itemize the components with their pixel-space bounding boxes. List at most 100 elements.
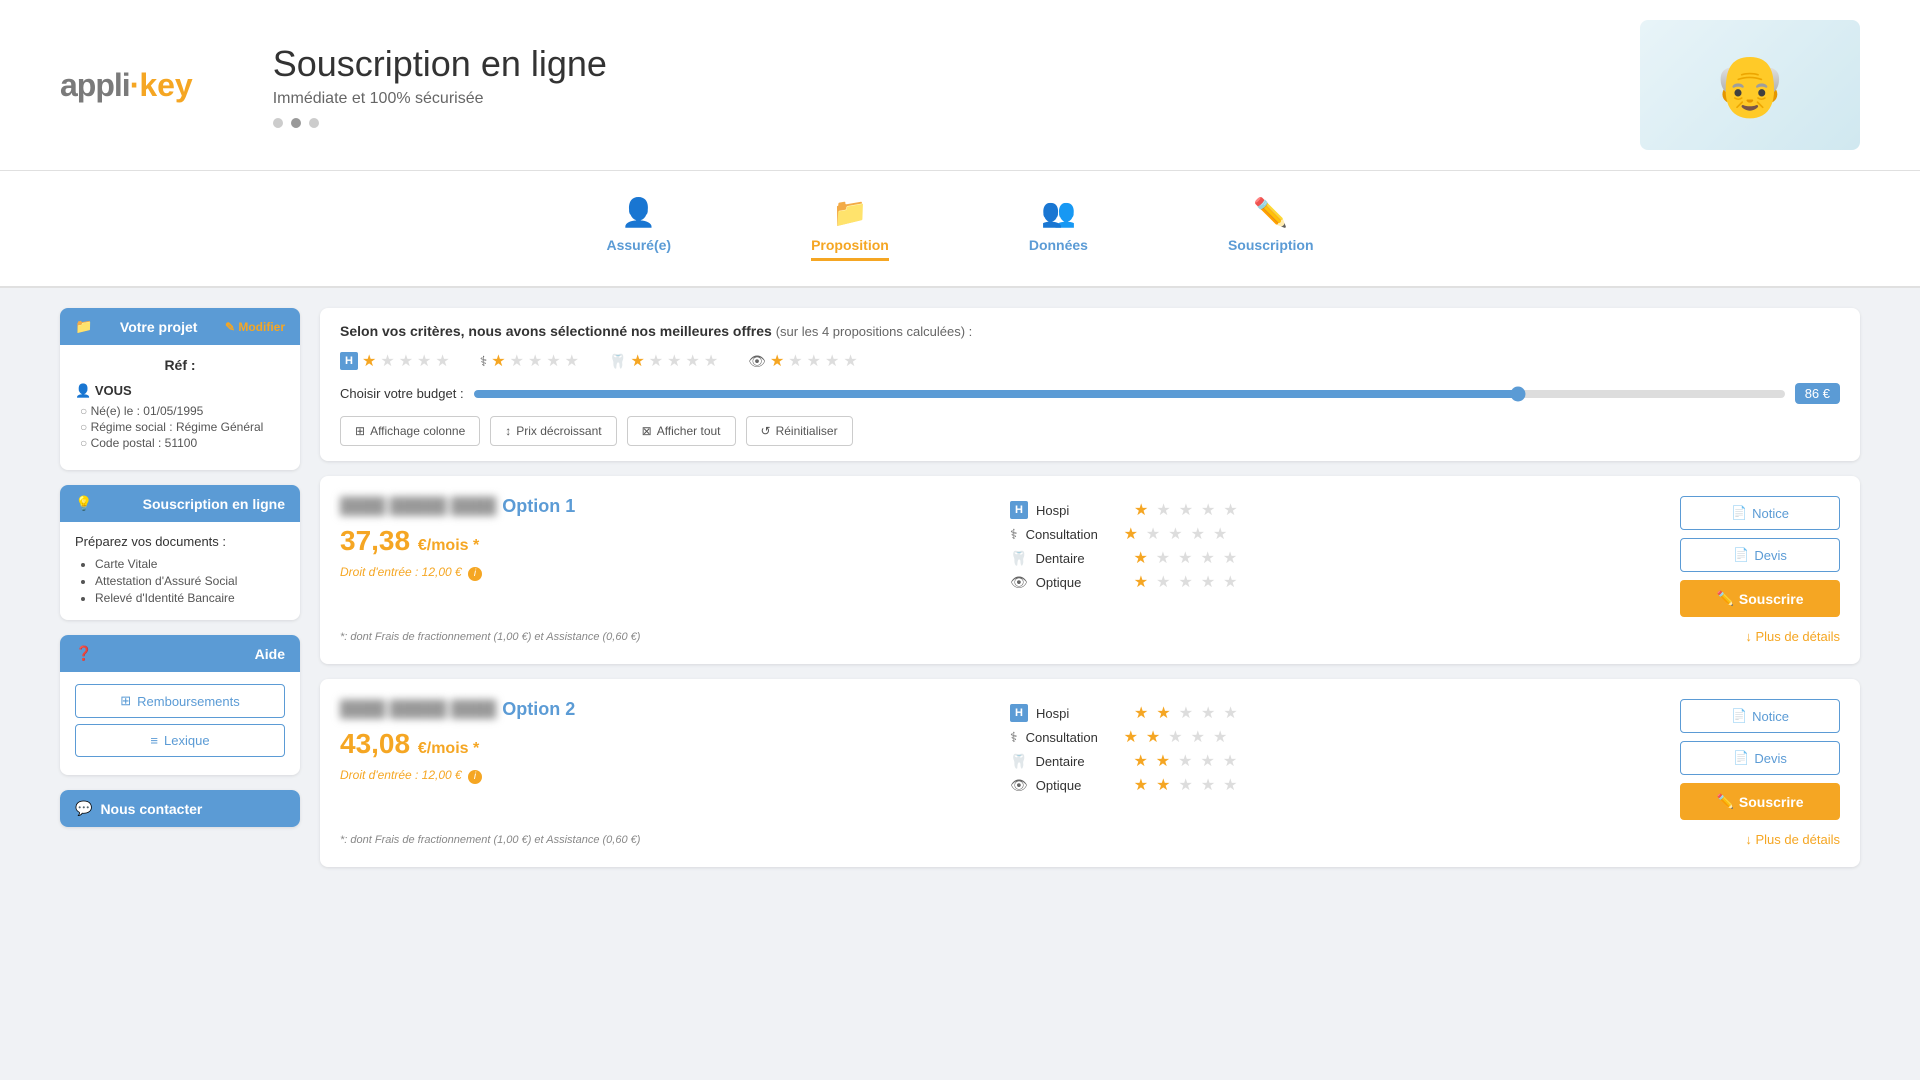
- user-section: 👤 VOUS Né(e) le : 01/05/1995 Régime soci…: [75, 383, 285, 450]
- offer-2-notice-button[interactable]: 📄 Notice: [1680, 699, 1840, 733]
- dentaire-star-1[interactable]: ★: [630, 351, 644, 371]
- filter-title: Selon vos critères, nous avons sélection…: [340, 323, 1840, 339]
- prix-decroissant-button[interactable]: ↕ Prix décroissant: [490, 416, 616, 446]
- offer-1-dentaire-row: 🦷 Dentaire ★★★★★: [1010, 548, 1660, 568]
- souscription-card: 💡 Souscription en ligne Préparez vos doc…: [60, 485, 300, 620]
- dot-1[interactable]: [273, 118, 283, 128]
- offer-1-souscrire-button[interactable]: ✏️ Souscrire: [1680, 580, 1840, 617]
- offer-1-devis-button[interactable]: 📄 Devis: [1680, 538, 1840, 572]
- offer-1-dentaire-label: Dentaire: [1035, 551, 1125, 566]
- dentaire-star-4[interactable]: ★: [685, 351, 699, 371]
- offer-1-price: 37,38 €/mois *: [340, 525, 990, 557]
- action-buttons: ⊞ Affichage colonne ↕ Prix décroissant ⊠…: [340, 416, 1840, 446]
- dentaire-star-3[interactable]: ★: [667, 351, 681, 371]
- offer-1-optique-icon: 👁: [1010, 574, 1028, 591]
- offer-1-notice-button[interactable]: 📄 Notice: [1680, 496, 1840, 530]
- offer-1-price-unit: €/mois *: [418, 537, 479, 554]
- remboursements-button[interactable]: ⊞ Remboursements: [75, 684, 285, 718]
- offer-card-2: ████ █████ ████ Option 2 43,08 €/mois * …: [320, 679, 1860, 867]
- page-subtitle: Immédiate et 100% sécurisée: [273, 90, 1640, 108]
- donnees-icon: 👥: [1041, 196, 1076, 229]
- aide-body: ⊞ Remboursements ≡ Lexique: [60, 672, 300, 775]
- offer-card-1: ████ █████ ████ Option 1 37,38 €/mois * …: [320, 476, 1860, 664]
- donnees-label: Données: [1029, 237, 1088, 253]
- souscription-sidebar-title: Souscription en ligne: [143, 496, 285, 512]
- offer-1-dentaire-icon: 🦷: [1010, 550, 1027, 567]
- lexique-button[interactable]: ≡ Lexique: [75, 724, 285, 757]
- offer-1-left: ████ █████ ████ Option 1 37,38 €/mois * …: [340, 496, 990, 581]
- hospi-star-4[interactable]: ★: [417, 351, 431, 371]
- offer-2-price-unit: €/mois *: [418, 740, 479, 757]
- info-icon-1[interactable]: i: [468, 567, 482, 581]
- budget-slider[interactable]: [474, 390, 1785, 398]
- hospi-star-2[interactable]: ★: [380, 351, 394, 371]
- proposition-label: Proposition: [811, 237, 889, 261]
- offer-1-ratings: H Hospi ★★★★★ ⚕ Consultation ★★★★★ 🦷 Den…: [990, 496, 1680, 596]
- aide-title: Aide: [255, 646, 285, 662]
- affichage-colonne-button[interactable]: ⊞ Affichage colonne: [340, 416, 480, 446]
- question-icon: ❓: [75, 645, 92, 662]
- doc-title: Préparez vos documents :: [75, 534, 285, 549]
- offer-1-name-row: ████ █████ ████ Option 1: [340, 496, 990, 517]
- offer-2-souscrire-button[interactable]: ✏️ Souscrire: [1680, 783, 1840, 820]
- offer-2-option: Option 2: [502, 699, 575, 720]
- afficher-tout-button[interactable]: ⊠ Afficher tout: [627, 416, 736, 446]
- person-icon: 👤: [75, 383, 91, 398]
- optique-star-1[interactable]: ★: [770, 351, 784, 371]
- hospi-icon: H: [340, 352, 358, 370]
- consultation-star-4[interactable]: ★: [546, 351, 560, 371]
- doc-item-releve: Relevé d'Identité Bancaire: [95, 591, 285, 605]
- optique-star-3[interactable]: ★: [807, 351, 821, 371]
- hospi-star-1[interactable]: ★: [362, 351, 376, 371]
- user-regime: Régime social : Régime Général: [75, 420, 285, 434]
- offer-2-optique-icon: 👁: [1010, 777, 1028, 794]
- offer-1-consultation-icon: ⚕: [1010, 526, 1018, 543]
- assure-label: Assuré(e): [606, 237, 671, 253]
- devis-icon-2: 📄: [1733, 750, 1749, 766]
- optique-star-5[interactable]: ★: [843, 351, 857, 371]
- doc-item-carte: Carte Vitale: [95, 557, 285, 571]
- offer-2-consultation-label: Consultation: [1026, 730, 1116, 745]
- offer-1-note: *: dont Frais de fractionnement (1,00 €)…: [340, 631, 640, 643]
- consultation-star-1[interactable]: ★: [491, 351, 505, 371]
- chat-icon: 💬: [75, 800, 92, 817]
- folder-icon: 📁: [75, 318, 92, 335]
- step-souscription[interactable]: ✏️ Souscription: [1208, 191, 1334, 266]
- info-icon-2[interactable]: i: [468, 770, 482, 784]
- optique-star-2[interactable]: ★: [788, 351, 802, 371]
- consultation-star-5[interactable]: ★: [565, 351, 579, 371]
- reinitialiser-button[interactable]: ↺ Réinitialiser: [746, 416, 853, 446]
- offer-2-plus-details[interactable]: ↓ Plus de détails: [1745, 832, 1840, 847]
- step-assure[interactable]: 👤 Assuré(e): [586, 191, 691, 266]
- offer-2-devis-button[interactable]: 📄 Devis: [1680, 741, 1840, 775]
- votre-projet-header: 📁 Votre projet ✎ Modifier: [60, 308, 300, 345]
- step-donnees[interactable]: 👥 Données: [1009, 191, 1108, 266]
- dot-2[interactable]: [291, 118, 301, 128]
- offer-2-optique-label: Optique: [1036, 778, 1126, 793]
- stars-row: H ★ ★ ★ ★ ★ ⚕ ★ ★ ★ ★ ★ 🦷: [340, 351, 1840, 371]
- consultation-stars: ⚕ ★ ★ ★ ★ ★: [480, 351, 579, 371]
- offer-1-optique-label: Optique: [1036, 575, 1126, 590]
- budget-value: 86 €: [1795, 383, 1840, 404]
- steps-navigation: 👤 Assuré(e) 📁 Proposition 👥 Données ✏️ S…: [0, 171, 1920, 288]
- consultation-star-3[interactable]: ★: [528, 351, 542, 371]
- dot-3[interactable]: [309, 118, 319, 128]
- logo-appli: appli·: [60, 67, 139, 104]
- doc-list: Carte Vitale Attestation d'Assuré Social…: [75, 557, 285, 605]
- optique-star-4[interactable]: ★: [825, 351, 839, 371]
- modifier-link[interactable]: ✎ Modifier: [225, 320, 285, 334]
- hospi-star-3[interactable]: ★: [399, 351, 413, 371]
- lightbulb-icon: 💡: [75, 495, 92, 512]
- offer-2-note: *: dont Frais de fractionnement (1,00 €)…: [340, 834, 640, 846]
- dentaire-star-5[interactable]: ★: [704, 351, 718, 371]
- dentaire-star-2[interactable]: ★: [649, 351, 663, 371]
- offer-1-plus-details[interactable]: ↓ Plus de détails: [1745, 629, 1840, 644]
- offer-1-optique-row: 👁 Optique ★★★★★: [1010, 572, 1660, 592]
- offer-2-name-row: ████ █████ ████ Option 2: [340, 699, 990, 720]
- carousel-dots: [273, 118, 1640, 128]
- step-proposition[interactable]: 📁 Proposition: [791, 191, 909, 266]
- souscription-icon: ✏️: [1253, 196, 1288, 229]
- consultation-star-2[interactable]: ★: [510, 351, 524, 371]
- souscription-label: Souscription: [1228, 237, 1314, 253]
- hospi-star-5[interactable]: ★: [435, 351, 449, 371]
